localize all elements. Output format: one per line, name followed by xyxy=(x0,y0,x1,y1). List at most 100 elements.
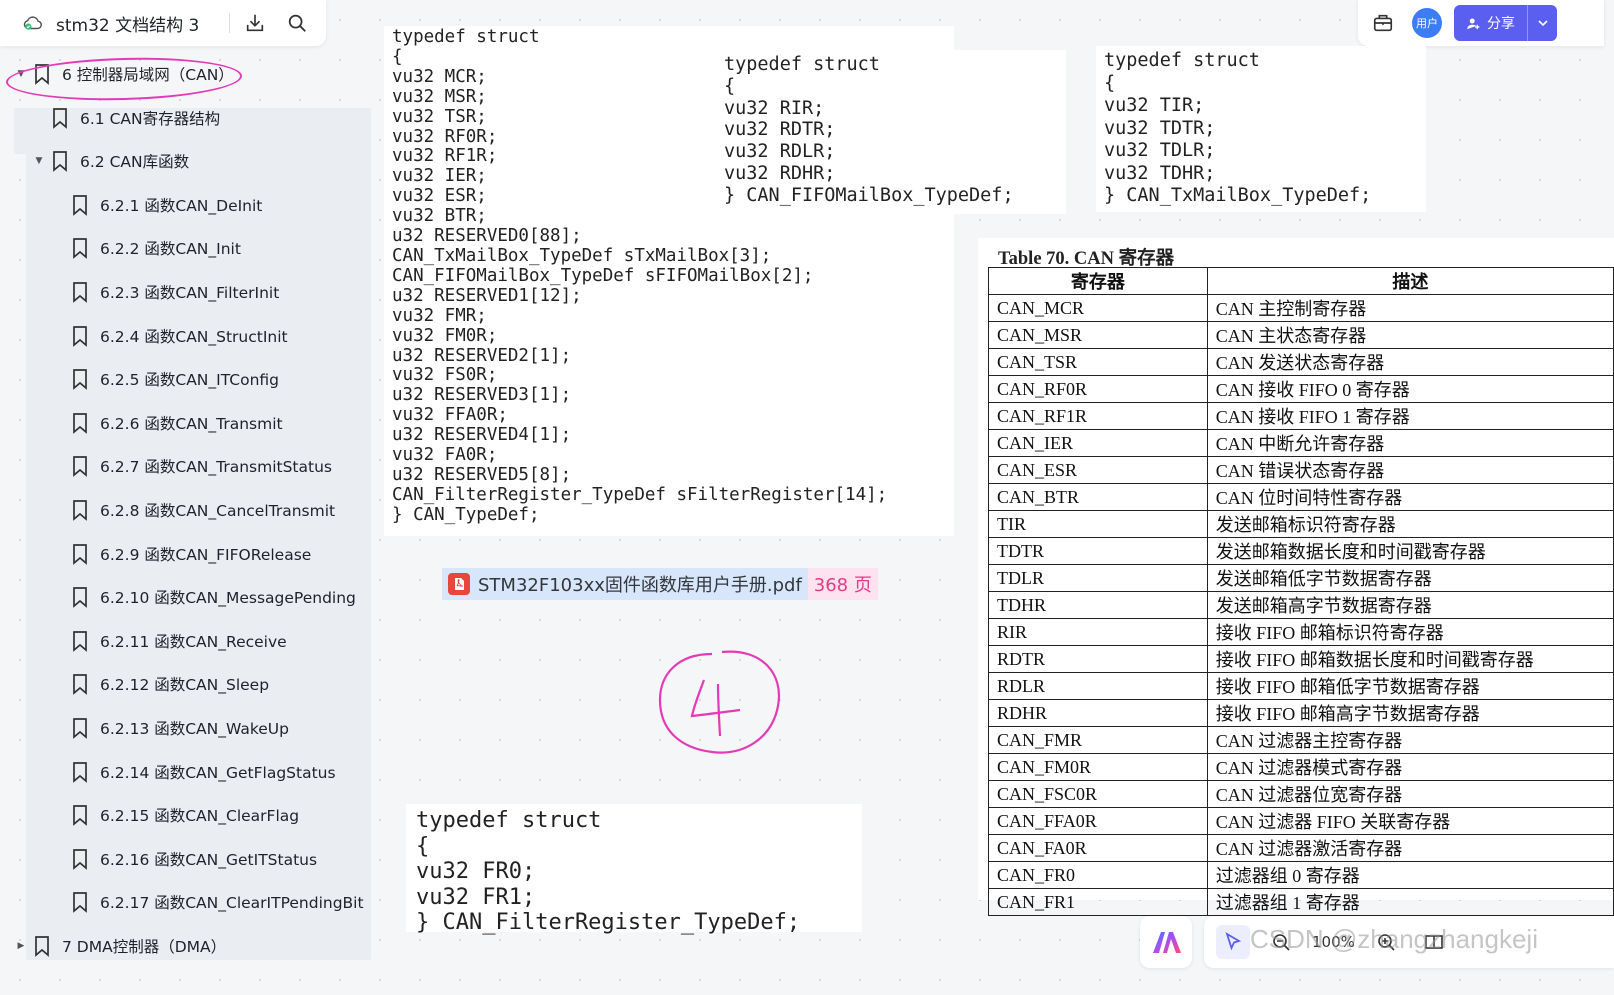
cell-description: CAN 接收 FIFO 1 寄存器 xyxy=(1206,402,1614,430)
code-line: vu32 FM0R; xyxy=(392,325,498,346)
code-line: u32 RESERVED2[1]; xyxy=(392,345,572,366)
outline-item-6-2-8-can-canceltransmit[interactable]: 6.2.8 函数CAN_CancelTransmit xyxy=(52,490,335,530)
outline-item-label: 6.2.16 函数CAN_GetITStatus xyxy=(100,850,318,869)
user-avatar[interactable]: 用户 xyxy=(1412,8,1442,38)
outline-item-label: 6.2.9 函数CAN_FIFORelease xyxy=(100,545,312,564)
fifo-mailbox-code-card[interactable]: typedef struct{vu32 RIR; vu32 RDTR; vu32 R… xyxy=(716,50,1066,214)
handwritten-four-annotation xyxy=(658,650,781,754)
table-row: TDHR 发送邮箱高字节数据寄存器 xyxy=(988,591,1614,619)
outline-item-6-2-can[interactable]: ▼ 6.2 CAN库函数 xyxy=(32,141,189,181)
table-row: CAN_FR0 过滤器组 0 寄存器 xyxy=(988,861,1614,889)
table-row: CAN_RF1R CAN 接收 FIFO 1 寄存器 xyxy=(988,402,1614,430)
cell-description: 接收 FIFO 邮箱低字节数据寄存器 xyxy=(1206,672,1614,700)
outline-item-6-2-2-can-init[interactable]: 6.2.2 函数CAN_Init xyxy=(52,228,241,268)
outline-item-6-2-11-can-receive[interactable]: 6.2.11 函数CAN_Receive xyxy=(52,621,287,661)
outline-item-label: 6.2.12 函数CAN_Sleep xyxy=(100,676,270,695)
bookmark-icon xyxy=(73,282,87,303)
code-line: typedef struct xyxy=(1104,50,1260,71)
toolbox-icon[interactable] xyxy=(1368,8,1398,38)
cloud-sync-icon xyxy=(23,16,42,30)
cell-register: CAN_FA0R xyxy=(988,834,1208,862)
expand-arrow-icon[interactable]: ▼ xyxy=(32,156,46,166)
ai-logo-button[interactable] xyxy=(1140,916,1192,968)
column-header-description: 描述 xyxy=(1206,267,1614,295)
table-row: CAN_MCR CAN 主控制寄存器 xyxy=(988,294,1614,322)
outline-item-label: 6.2.1 函数CAN_DeInit xyxy=(100,196,263,215)
outline-item-7-dma-dma[interactable]: ▶ 7 DMA控制器（DMA） xyxy=(14,926,226,966)
outline-item-6-2-16-can-getitstatus[interactable]: 6.2.16 函数CAN_GetITStatus xyxy=(52,839,317,879)
table-row: RDTR 接收 FIFO 邮箱数据长度和时间戳寄存器 xyxy=(988,645,1614,673)
outline-item-label: 6.2.8 函数CAN_CancelTransmit xyxy=(100,502,336,520)
chevron-down-icon[interactable] xyxy=(1527,5,1557,41)
outline-item-label: 6.2.10 函数CAN_MessagePending xyxy=(100,589,356,608)
cell-description: 过滤器组 1 寄存器 xyxy=(1206,888,1614,916)
collapse-arrow-icon[interactable]: ▶ xyxy=(14,941,28,951)
minimap-icon[interactable] xyxy=(1417,925,1451,959)
ai-logo-icon xyxy=(1153,932,1181,953)
cell-description: 发送邮箱数据长度和时间戳寄存器 xyxy=(1206,537,1614,565)
code-line: vu32 RDHR; xyxy=(724,162,836,184)
cell-register: CAN_IER xyxy=(988,429,1208,457)
outline-item-6-2-14-can-getflagstatus[interactable]: 6.2.14 函数CAN_GetFlagStatus xyxy=(52,752,336,792)
table-row: TDLR 发送邮箱低字节数据寄存器 xyxy=(988,564,1614,592)
share-button[interactable]: 分享 xyxy=(1454,5,1557,41)
outline-item-label: 6.2.2 函数CAN_Init xyxy=(100,240,241,259)
cell-register: RDTR xyxy=(988,645,1208,673)
code-line: } CAN_FIFOMailBox_TypeDef; xyxy=(724,184,1014,206)
outline-item-label: 6.2.14 函数CAN_GetFlagStatus xyxy=(100,763,336,782)
outline-item-6-2-17-can-clearitpendingbit[interactable]: 6.2.17 函数CAN_ClearITPendingBit xyxy=(52,882,364,922)
document-title[interactable]: stm32 文档结构 3 xyxy=(56,11,219,36)
filter-register-code-card[interactable]: typedef struct{vu32 FR0; vu32 FR1;} CAN_F… xyxy=(406,804,862,935)
outline-item-6-2-12-can-sleep[interactable]: 6.2.12 函数CAN_Sleep xyxy=(52,664,269,704)
table-row: CAN_FR1 过滤器组 1 寄存器 xyxy=(988,888,1614,916)
cell-register: CAN_RF1R xyxy=(988,402,1208,430)
cell-register: RDHR xyxy=(988,699,1208,727)
code-line: u32 RESERVED5[8]; xyxy=(392,464,572,485)
outline-item-label: 6.2.6 函数CAN_Transmit xyxy=(100,414,283,433)
outline-item-6-2-3-can-filterinit[interactable]: 6.2.3 函数CAN_FilterInit xyxy=(52,272,279,312)
outline-item-6-2-13-can-wakeup[interactable]: 6.2.13 函数CAN_WakeUp xyxy=(52,708,289,748)
zoom-in-icon[interactable] xyxy=(1369,925,1403,959)
cell-description: CAN 过滤器模式寄存器 xyxy=(1206,753,1614,781)
table-row: CAN_FMR CAN 过滤器主控寄存器 xyxy=(988,726,1614,754)
cell-description: CAN 过滤器 FIFO 关联寄存器 xyxy=(1206,807,1614,835)
code-line: vu32 FR0; xyxy=(416,859,536,884)
outline-item-label: 6.2.7 函数CAN_TransmitStatus xyxy=(100,458,332,477)
table-row: CAN_TSR CAN 发送状态寄存器 xyxy=(988,348,1614,376)
cell-description: CAN 发送状态寄存器 xyxy=(1206,348,1614,376)
zoom-level[interactable]: 100% xyxy=(1312,933,1355,951)
code-line: } CAN_FilterRegister_TypeDef; xyxy=(416,910,801,935)
pointer-tool-icon[interactable] xyxy=(1216,925,1250,959)
zoom-out-icon[interactable] xyxy=(1264,925,1298,959)
cell-register: CAN_FR1 xyxy=(988,888,1208,916)
cell-register: RDLR xyxy=(988,672,1208,700)
share-main[interactable]: 分享 xyxy=(1454,5,1527,41)
outline-item-6-2-10-can-messagepending[interactable]: 6.2.10 函数CAN_MessagePending xyxy=(52,577,356,617)
code-line: { xyxy=(1104,72,1116,94)
register-table-card[interactable]: Table 70. CAN 寄存器 寄存器 描述 CAN_MCR CAN 主控制寄… xyxy=(978,238,1614,916)
outline-item-6-1-can[interactable]: 6.1 CAN寄存器结构 xyxy=(32,98,220,138)
cell-description: CAN 主状态寄存器 xyxy=(1206,321,1614,349)
outline-item-6-2-9-can-fiforelease[interactable]: 6.2.9 函数CAN_FIFORelease xyxy=(52,534,311,574)
outline-item-6-2-5-can-itconfig[interactable]: 6.2.5 函数CAN_ITConfig xyxy=(52,359,279,399)
code-line: vu32 TDLR; xyxy=(1104,140,1216,161)
bookmark-icon xyxy=(73,543,87,565)
search-icon[interactable] xyxy=(280,6,314,40)
outline-item-label: 6.2.4 函数CAN_StructInit xyxy=(100,327,288,346)
download-icon[interactable] xyxy=(238,6,272,40)
tx-mailbox-code-card[interactable]: typedef struct{vu32 TIR; vu32 TDTR; vu32 T… xyxy=(1096,46,1426,212)
code-line: vu32 TDHR; xyxy=(1104,162,1216,184)
bookmark-icon xyxy=(73,848,87,870)
outline-item-6-2-15-can-clearflag[interactable]: 6.2.15 函数CAN_ClearFlag xyxy=(52,795,299,835)
cell-register: CAN_FSC0R xyxy=(988,780,1208,808)
outline-item-6-2-6-can-transmit[interactable]: 6.2.6 函数CAN_Transmit xyxy=(52,403,283,443)
code-line: vu32 FA0R; xyxy=(392,445,498,466)
outline-item-6-2-7-can-transmitstatus[interactable]: 6.2.7 函数CAN_TransmitStatus xyxy=(52,446,332,486)
bookmark-icon xyxy=(53,151,67,173)
outline-item-6-2-4-can-structinit[interactable]: 6.2.4 函数CAN_StructInit xyxy=(52,316,288,356)
table-row: CAN_ESR CAN 错误状态寄存器 xyxy=(988,456,1614,484)
pdf-file-link[interactable]: STM32F103xx固件函数库用户手册.pdf 368 页 xyxy=(442,568,878,600)
code-line: vu32 FS0R; xyxy=(392,365,498,386)
outline-item-6-2-1-can-deinit[interactable]: 6.2.1 函数CAN_DeInit xyxy=(52,185,262,225)
cell-description: 接收 FIFO 邮箱高字节数据寄存器 xyxy=(1206,699,1614,727)
